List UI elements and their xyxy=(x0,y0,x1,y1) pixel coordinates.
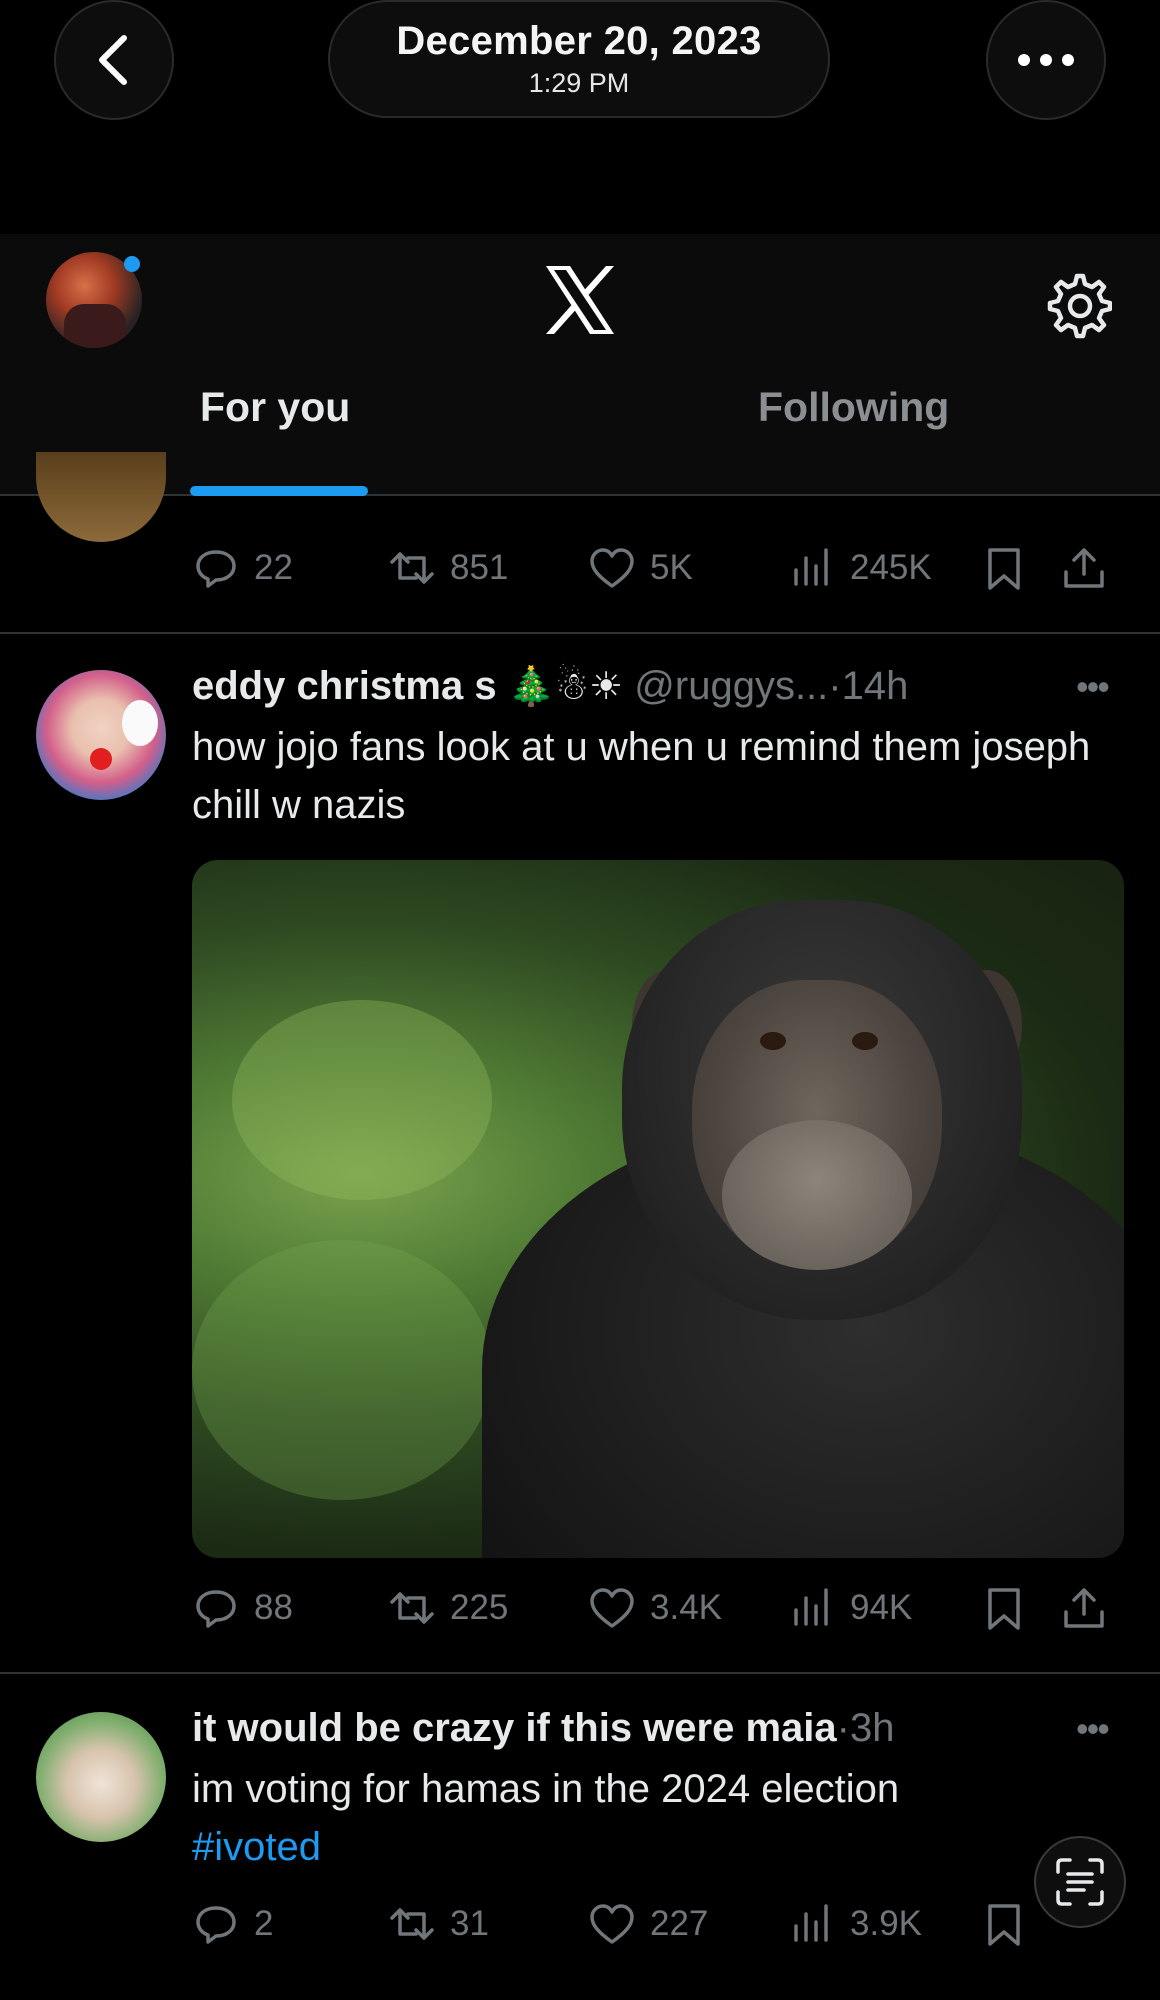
views-icon xyxy=(794,1588,828,1626)
timestamp[interactable]: 3h xyxy=(850,1706,895,1750)
display-name[interactable]: eddy christma s xyxy=(192,664,497,708)
more-options-button[interactable] xyxy=(986,0,1106,120)
views-button[interactable]: 94K xyxy=(788,1578,912,1638)
bookmark-button[interactable] xyxy=(980,1894,1028,1954)
tweet-photo[interactable] xyxy=(192,860,1124,1558)
back-button[interactable] xyxy=(54,0,174,120)
tweet-divider xyxy=(0,1672,1160,1674)
notification-dot xyxy=(124,256,140,272)
like-count: 3.4K xyxy=(650,1588,722,1627)
tweet-avatar[interactable] xyxy=(36,670,166,800)
retweet-icon xyxy=(390,1592,434,1624)
photo-time: 1:29 PM xyxy=(528,68,630,98)
ellipsis-icon xyxy=(1018,54,1074,66)
reply-button[interactable]: 2 xyxy=(192,1894,273,1954)
hashtag-link[interactable]: #ivoted xyxy=(192,1818,1092,1876)
tweet-header: eddy christma s 🎄☃☀ @ruggys...·14h xyxy=(192,664,908,709)
display-name[interactable]: it would be crazy if this were maia xyxy=(192,1706,837,1750)
tab-for-you[interactable]: For you xyxy=(200,384,350,431)
retweet-count: 225 xyxy=(450,1588,509,1627)
tweet-actions: 88 225 3.4K 94K xyxy=(192,1578,1132,1638)
previous-tweet-avatar[interactable] xyxy=(36,452,166,542)
retweet-button[interactable]: 31 xyxy=(388,1894,489,1954)
views-button[interactable]: 3.9K xyxy=(788,1894,922,1954)
tweet-avatar[interactable] xyxy=(36,1712,166,1842)
share-button[interactable] xyxy=(1060,1578,1108,1638)
retweet-count: 851 xyxy=(450,548,509,587)
date-time-pill: December 20, 2023 1:29 PM xyxy=(328,0,830,118)
reply-count: 22 xyxy=(254,548,293,587)
share-button[interactable] xyxy=(1060,538,1108,598)
heart-icon xyxy=(590,1904,634,1944)
like-button[interactable]: 3.4K xyxy=(588,1578,722,1638)
bookmark-button[interactable] xyxy=(980,538,1028,598)
views-icon xyxy=(794,1904,828,1942)
active-tab-indicator xyxy=(190,486,368,496)
bookmark-icon xyxy=(988,1904,1020,1946)
share-icon xyxy=(1064,1588,1104,1628)
heart-icon xyxy=(590,548,634,588)
tweet-header: it would be crazy if this were maia·3h xyxy=(192,1706,894,1751)
bookmark-button[interactable] xyxy=(980,1578,1028,1638)
heart-icon xyxy=(590,1588,634,1628)
tweet-text: how jojo fans look at u when u remind th… xyxy=(192,725,1091,827)
retweet-count: 31 xyxy=(450,1904,489,1943)
views-button[interactable]: 245K xyxy=(788,538,932,598)
retweet-button[interactable]: 225 xyxy=(388,1578,508,1638)
reply-icon xyxy=(196,1906,236,1944)
separator-dot: · xyxy=(828,664,842,708)
like-button[interactable]: 227 xyxy=(588,1894,708,1954)
retweet-button[interactable]: 851 xyxy=(388,538,508,598)
like-count: 227 xyxy=(650,1904,709,1943)
tweet-more-icon[interactable]: ••• xyxy=(1076,666,1110,708)
previous-tweet-actions: 22 851 5K 245K xyxy=(192,538,1132,598)
tweet-more-icon[interactable]: ••• xyxy=(1076,1708,1110,1750)
chevron-left-icon xyxy=(99,35,127,85)
x-logo-icon[interactable] xyxy=(540,260,620,340)
share-icon xyxy=(1064,548,1104,588)
tweet-text: im voting for hamas in the 2024 election xyxy=(192,1767,900,1811)
like-button[interactable]: 5K xyxy=(588,538,693,598)
gear-icon[interactable] xyxy=(1042,270,1112,340)
bookmark-icon xyxy=(988,1588,1020,1630)
app-header: For you Following xyxy=(0,234,1160,496)
view-count: 94K xyxy=(850,1588,913,1627)
reply-count: 88 xyxy=(254,1588,293,1627)
separator-dot: · xyxy=(836,1706,850,1750)
text-scan-icon xyxy=(1056,1858,1104,1906)
view-count: 3.9K xyxy=(850,1904,922,1943)
reply-icon xyxy=(196,550,236,588)
live-text-button[interactable] xyxy=(1034,1836,1126,1928)
handle[interactable]: @ruggys... xyxy=(634,664,828,708)
retweet-icon xyxy=(390,1908,434,1940)
bookmark-icon xyxy=(988,548,1020,590)
like-count: 5K xyxy=(650,548,693,587)
view-count: 245K xyxy=(850,548,932,587)
reply-button[interactable]: 22 xyxy=(192,538,293,598)
reply-count: 2 xyxy=(254,1904,274,1943)
reply-button[interactable]: 88 xyxy=(192,1578,293,1638)
tab-following[interactable]: Following xyxy=(758,384,949,431)
retweet-icon xyxy=(390,552,434,584)
views-icon xyxy=(794,548,828,586)
tweet-divider xyxy=(0,632,1160,634)
name-emojis: 🎄☃☀ xyxy=(507,664,624,708)
timestamp[interactable]: 14h xyxy=(842,664,909,708)
tweet-text-block: im voting for hamas in the 2024 election… xyxy=(192,1760,1092,1876)
reply-icon xyxy=(196,1590,236,1628)
tweet-actions: 2 31 227 3.9K xyxy=(192,1894,1132,1954)
photo-date: December 20, 2023 xyxy=(396,19,762,63)
